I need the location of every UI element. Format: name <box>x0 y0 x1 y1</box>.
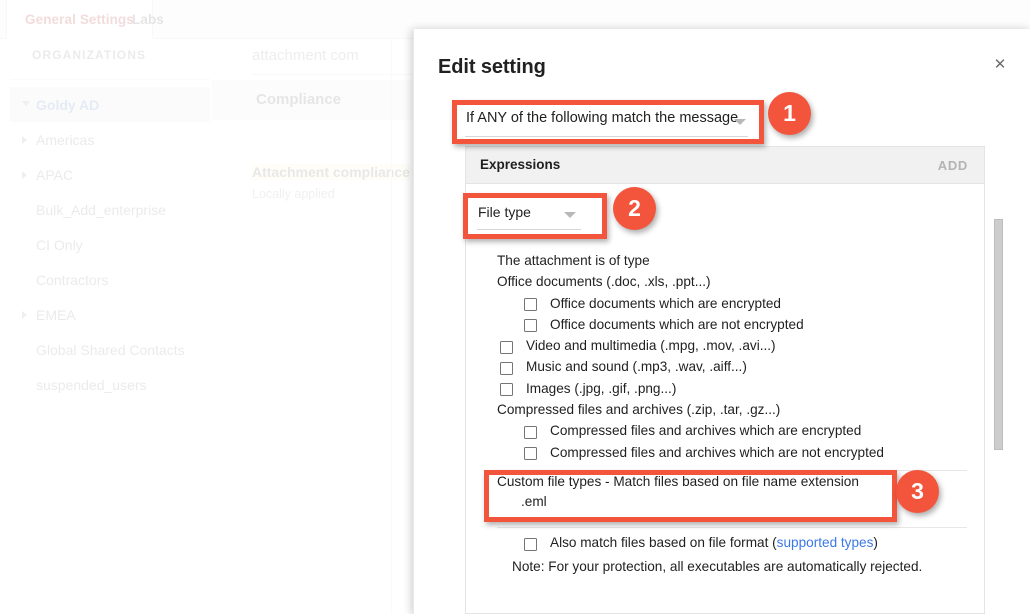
list-item-label: Office documents which are encrypted <box>550 295 781 311</box>
custom-file-types-value[interactable]: .eml <box>521 494 967 509</box>
condition-select-value: If ANY of the following match the messag… <box>466 110 739 126</box>
sidebar-item-label: suspended_users <box>36 377 147 393</box>
sidebar-item-global-shared-contacts[interactable]: Global Shared Contacts <box>36 342 296 364</box>
condition-select-underline <box>465 136 748 137</box>
setting-title: Attachment compliance <box>252 164 410 180</box>
list-item-office-encrypted[interactable]: Office documents which are encrypted <box>497 295 967 316</box>
condition-select[interactable]: If ANY of the following match the messag… <box>461 107 756 137</box>
screenshot-root: General Settings Labs ORGANIZATIONS atta… <box>0 0 1030 614</box>
sidebar-item-label: APAC <box>36 167 74 183</box>
list-item-video-multimedia[interactable]: Video and multimedia (.mpg, .mov, .avi..… <box>497 337 967 358</box>
list-item-label: Compressed files and archives which are … <box>550 444 884 460</box>
expressions-header: Expressions ADD <box>465 146 985 184</box>
supported-types-link[interactable]: supported types <box>777 535 874 550</box>
expression-type-select[interactable]: File type <box>473 200 588 230</box>
also-match-suffix: ) <box>873 535 878 550</box>
custom-file-types-label: Custom file types - Match files based on… <box>497 474 859 489</box>
checkbox[interactable] <box>524 538 537 551</box>
attachment-type-intro-label: The attachment is of type <box>497 253 650 268</box>
checkbox[interactable] <box>500 340 513 354</box>
list-item-compressed-files: Compressed files and archives (.zip, .ta… <box>497 401 967 422</box>
list-item-compressed-not-encrypted[interactable]: Compressed files and archives which are … <box>497 444 967 465</box>
attachment-type-intro: The attachment is of type <box>497 252 967 273</box>
sidebar-item-label: Goldy AD <box>36 97 100 113</box>
checkbox[interactable] <box>524 298 537 312</box>
list-item-label: Video and multimedia (.mpg, .mov, .avi..… <box>526 338 776 354</box>
divider-below-custom-types <box>497 527 967 528</box>
also-match-prefix: Also match files based on file format ( <box>550 535 777 550</box>
close-icon[interactable]: ✕ <box>989 54 1011 76</box>
chevron-down-icon <box>734 119 746 125</box>
expression-type-value: File type <box>478 204 531 220</box>
sidebar-item-bulk-add-enterprise[interactable]: Bulk_Add_enterprise <box>36 202 296 224</box>
checkbox[interactable] <box>524 319 537 333</box>
sidebar-item-label: CI Only <box>36 237 83 253</box>
organizations-header: ORGANIZATIONS <box>32 48 147 62</box>
list-item-label: Compressed files and archives which are … <box>550 423 862 439</box>
list-item-label: Images (.jpg, .gif, .png...) <box>526 380 677 396</box>
list-item-music-sound[interactable]: Music and sound (.mp3, .wav, .aiff...) <box>497 358 967 379</box>
chevron-right-icon <box>22 136 27 144</box>
also-match-row[interactable]: Also match files based on file format (s… <box>497 534 967 555</box>
page-title: Edit setting <box>438 56 546 78</box>
custom-file-types-block[interactable]: Custom file types - Match files based on… <box>497 474 967 509</box>
list-item-images[interactable]: Images (.jpg, .gif, .png...) <box>497 380 967 401</box>
chevron-right-icon <box>22 171 27 179</box>
organizations-divider <box>10 79 210 80</box>
list-item-label: Office documents (.doc, .xls, .ppt...) <box>497 274 711 290</box>
scrollbar-thumb[interactable] <box>994 219 1003 450</box>
list-item-label: Music and sound (.mp3, .wav, .aiff...) <box>526 359 747 375</box>
sidebar-item-suspended-users[interactable]: suspended_users <box>36 377 296 399</box>
checkbox[interactable] <box>524 425 537 439</box>
list-item-office-not-encrypted[interactable]: Office documents which are not encrypted <box>497 316 967 337</box>
sidebar-item-label: Contractors <box>36 272 109 288</box>
chevron-down-icon <box>22 101 30 110</box>
expressions-label: Expressions <box>480 157 561 172</box>
sidebar-item-label: Bulk_Add_enterprise <box>36 202 166 218</box>
file-type-list: The attachment is of type Office documen… <box>497 252 967 465</box>
tab-labs[interactable]: Labs <box>114 0 182 39</box>
sidebar-item-label: Global Shared Contacts <box>36 342 185 358</box>
sidebar-item-goldy-ad[interactable]: Goldy AD <box>22 97 296 119</box>
list-item-label: Office documents which are not encrypted <box>550 316 804 332</box>
list-item-label: Compressed files and archives (.zip, .ta… <box>497 402 781 418</box>
checkbox[interactable] <box>524 447 537 461</box>
sidebar-item-emea[interactable]: EMEA <box>22 307 296 329</box>
divider-above-custom-types <box>497 470 967 471</box>
also-match-label: Also match files based on file format (s… <box>550 535 878 550</box>
sidebar-item-ci-only[interactable]: CI Only <box>36 237 296 259</box>
sidebar-item-label: Americas <box>36 132 95 148</box>
list-item-office-documents: Office documents (.doc, .xls, .ppt...) <box>497 273 967 294</box>
add-expression-button[interactable]: ADD <box>938 158 968 173</box>
sidebar-item-contractors[interactable]: Contractors <box>36 272 296 294</box>
protection-note: Note: For your protection, all executabl… <box>512 559 923 574</box>
list-item-compressed-encrypted[interactable]: Compressed files and archives which are … <box>497 422 967 443</box>
sidebar-item-americas[interactable]: Americas <box>22 132 296 154</box>
chevron-down-icon <box>564 212 576 218</box>
expression-type-underline <box>477 229 581 230</box>
checkbox[interactable] <box>500 383 513 397</box>
chevron-right-icon <box>22 311 27 319</box>
content-divider <box>391 39 392 614</box>
sidebar-item-label: EMEA <box>36 307 76 323</box>
checkbox[interactable] <box>500 361 513 375</box>
